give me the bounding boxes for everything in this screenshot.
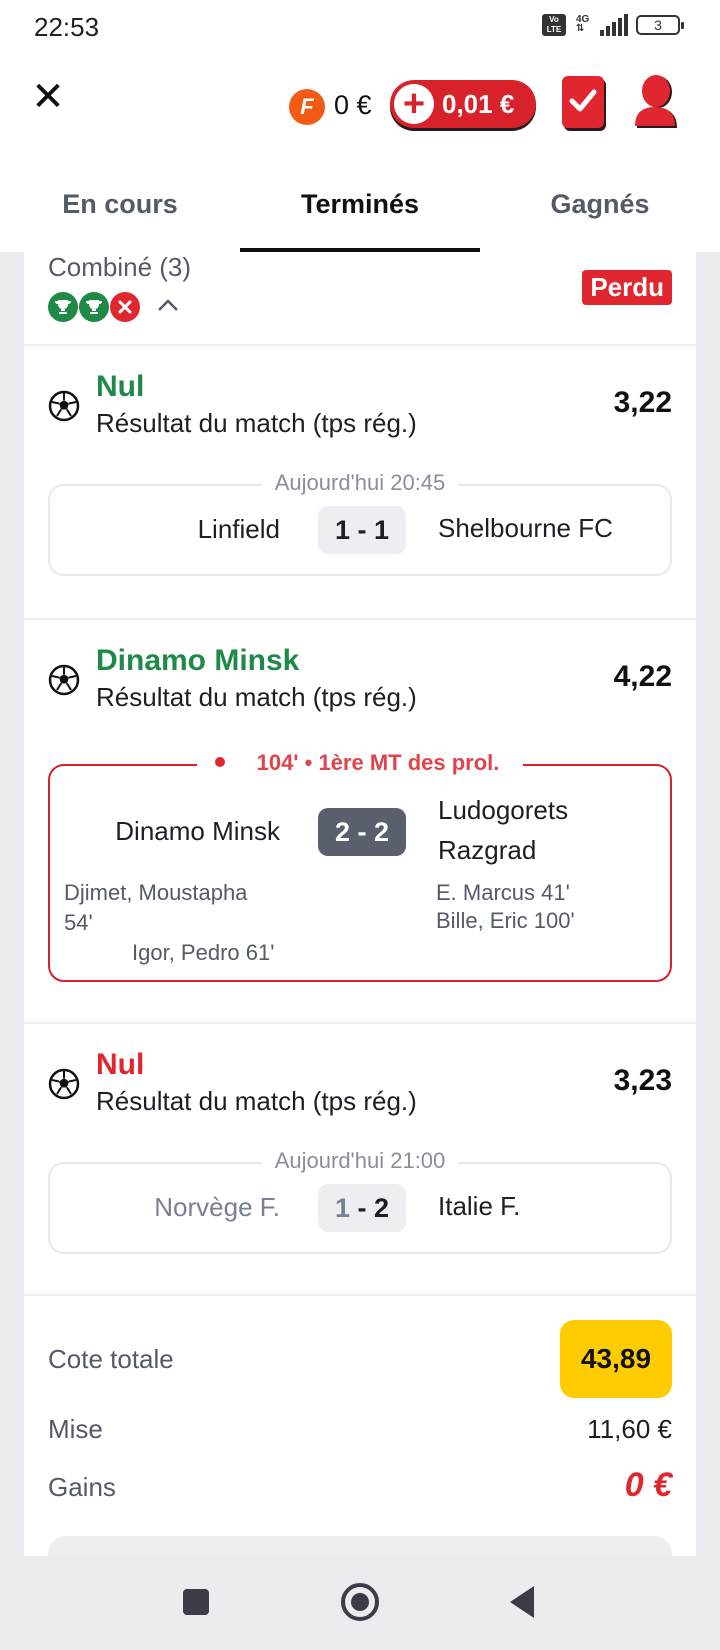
bets-tabs: En cours Terminés Gagnés: [0, 162, 720, 252]
total-odds-badge: 43,89: [560, 1320, 672, 1398]
match-box[interactable]: Aujourd'hui 20:45 Linfield 1 - 1 Shelbou…: [48, 470, 672, 576]
divider: [24, 1294, 696, 1296]
tab-gagnes[interactable]: Gagnés: [480, 162, 720, 252]
home-scorer: Djimet, Moustapha: [64, 880, 248, 905]
signal-icon: [600, 14, 628, 36]
volte-icon: Vo LTE: [542, 14, 566, 36]
selection-odds: 3,23: [613, 1064, 672, 1097]
plus-icon: +: [394, 84, 434, 124]
recents-icon[interactable]: [176, 1582, 216, 1622]
status-icons: Vo LTE 4G ⇅ 3: [542, 14, 684, 36]
match-score: 1 - 2: [318, 1184, 406, 1232]
away-team: Shelbourne FC: [438, 513, 613, 543]
away-team: Ludogorets Razgrad: [438, 795, 569, 865]
football-icon: [48, 664, 80, 696]
away-team: Italie F.: [438, 1191, 521, 1221]
trophy-icon: [48, 292, 78, 322]
status-time: 22:53: [34, 12, 100, 42]
selection-market: Résultat du match (tps rég.): [96, 1086, 417, 1116]
battery-icon: 3: [636, 15, 684, 35]
selection-2: Dinamo Minsk Résultat du match (tps rég.…: [24, 620, 696, 1022]
selection-3: Nul Résultat du match (tps rég.) 3,23 Au…: [24, 1024, 696, 1294]
freebet-balance: 0 €: [334, 90, 372, 120]
winnings-value: 0 €: [624, 1466, 672, 1504]
balance-value: 0,01 €: [442, 89, 515, 119]
selection-pick: Nul: [96, 370, 145, 403]
home-scorer-minute: 54': [64, 910, 93, 935]
selection-odds: 3,22: [613, 386, 672, 419]
bet-type-title: Combiné (3): [48, 252, 192, 282]
betslip-icon[interactable]: [562, 76, 604, 128]
leg-results: [48, 292, 140, 322]
total-odds-label: Cote totale: [48, 1344, 174, 1374]
away-scorer: E. Marcus 41': [436, 880, 570, 905]
system-nav-bar: [0, 1556, 720, 1650]
home-team: Norvège F.: [154, 1192, 280, 1222]
match-time: Aujourd'hui 21:00: [50, 1148, 670, 1174]
home-team: Dinamo Minsk: [115, 816, 280, 846]
status-badge: Perdu: [582, 270, 672, 305]
home-scorer: Igor, Pedro 61': [132, 940, 275, 965]
back-icon[interactable]: [504, 1582, 544, 1622]
tab-termines[interactable]: Terminés: [240, 162, 480, 252]
network-type-icon: 4G ⇅: [576, 14, 590, 34]
home-icon[interactable]: [340, 1582, 380, 1622]
home-team: Linfield: [197, 514, 280, 544]
selection-1: Nul Résultat du match (tps rég.) 3,22 Au…: [24, 346, 696, 616]
selection-odds: 4,22: [613, 660, 672, 693]
cross-icon: [110, 292, 140, 322]
selection-market: Résultat du match (tps rég.): [96, 682, 417, 712]
bet-card: Combiné (3) Perdu Nul Résultat du match …: [24, 252, 696, 1556]
close-icon[interactable]: ✕: [30, 77, 66, 117]
match-score: 1 - 1: [318, 506, 406, 554]
selection-market: Résultat du match (tps rég.): [96, 408, 417, 438]
match-box[interactable]: Aujourd'hui 21:00 Norvège F. 1 - 2 Itali…: [48, 1148, 672, 1254]
match-live-time: 104' • 1ère MT des prol.: [50, 750, 670, 776]
app-header: ✕ F 0 € + 0,01 €: [0, 52, 720, 162]
stake-row: Mise 11,60 €: [48, 1414, 672, 1450]
winnings-label: Gains: [48, 1472, 116, 1502]
total-odds-row: Cote totale 43,89: [48, 1320, 672, 1398]
selection-pick: Nul: [96, 1048, 145, 1081]
deposit-button[interactable]: + 0,01 €: [390, 80, 536, 128]
trophy-icon: [79, 292, 109, 322]
account-icon[interactable]: [633, 74, 679, 130]
stake-value: 11,60 €: [587, 1414, 672, 1444]
match-time: Aujourd'hui 20:45: [50, 470, 670, 496]
status-bar: 22:53 Vo LTE 4G ⇅ 3: [0, 0, 720, 52]
selection-pick: Dinamo Minsk: [96, 644, 300, 677]
stake-label: Mise: [48, 1414, 103, 1444]
live-match-box[interactable]: 104' • 1ère MT des prol. Dinamo Minsk 2 …: [48, 750, 672, 982]
football-icon: [48, 1068, 80, 1100]
chevron-up-icon[interactable]: [154, 292, 182, 320]
winnings-row: Gains 0 €: [48, 1466, 672, 1512]
away-scorer: Bille, Eric 100': [436, 908, 575, 933]
freebet-coin-icon: F: [289, 89, 325, 125]
action-button[interactable]: [48, 1536, 672, 1556]
tab-en-cours[interactable]: En cours: [0, 162, 240, 252]
football-icon: [48, 390, 80, 422]
match-score: 2 - 2: [318, 808, 406, 856]
live-indicator-icon: [208, 751, 233, 773]
